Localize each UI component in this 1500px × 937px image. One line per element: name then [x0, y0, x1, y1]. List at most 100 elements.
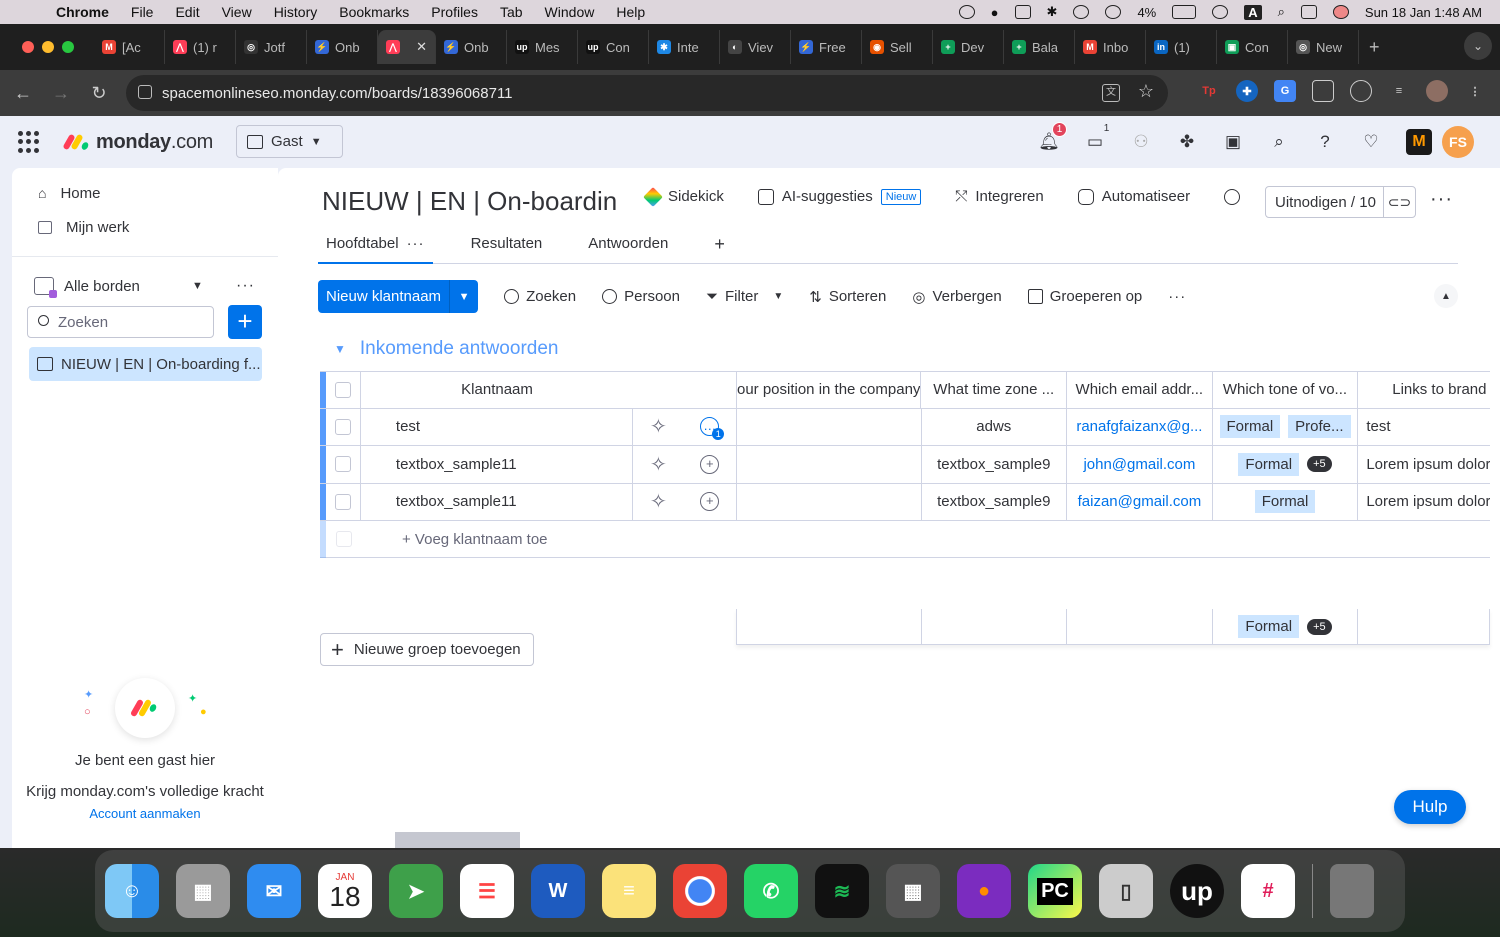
- profile-avatar-icon[interactable]: [1426, 80, 1448, 102]
- monday-logo[interactable]: monday.com: [62, 131, 213, 154]
- help-button[interactable]: Hulp: [1394, 790, 1466, 824]
- invite-members-icon[interactable]: ⚇: [1130, 131, 1152, 153]
- tab-answers[interactable]: Antwoorden: [580, 234, 676, 264]
- add-view-icon[interactable]: +: [706, 234, 733, 264]
- pycharm-icon[interactable]: PC: [1028, 864, 1082, 918]
- hide-tool[interactable]: ◎ Verbergen: [912, 288, 1001, 306]
- column-header-timezone[interactable]: What time zone ...: [921, 372, 1068, 408]
- browser-tab[interactable]: up Mes: [507, 30, 578, 64]
- spotify-icon[interactable]: ≋: [815, 864, 869, 918]
- browser-tab[interactable]: + Bala: [1004, 30, 1075, 64]
- new-tab-icon[interactable]: +: [1369, 37, 1380, 58]
- collapse-header-icon[interactable]: ▲: [1434, 284, 1458, 308]
- ai-suggestions-button[interactable]: AI-suggesties Nieuw: [757, 188, 922, 205]
- browser-tab[interactable]: ▣ Con: [1217, 30, 1288, 64]
- ai-sparkle-icon[interactable]: ✧: [650, 414, 667, 439]
- row-checkbox[interactable]: [334, 456, 351, 473]
- timezone-cell[interactable]: textbox_sample9: [922, 446, 1068, 483]
- horizontal-scrollbar[interactable]: [395, 832, 520, 848]
- performance-icon[interactable]: [1350, 80, 1372, 102]
- address-bar[interactable]: spacemonlineseo.monday.com/boards/183960…: [126, 75, 1168, 111]
- menu-profiles[interactable]: Profiles: [431, 4, 478, 20]
- menu-bookmarks[interactable]: Bookmarks: [339, 4, 409, 20]
- account-logo-icon[interactable]: M: [1406, 129, 1432, 155]
- row-checkbox[interactable]: [334, 493, 351, 510]
- iphone-mirroring-icon[interactable]: ▯: [1099, 864, 1153, 918]
- copy-link-icon[interactable]: ⊂⊃: [1384, 194, 1415, 211]
- add-item-input[interactable]: + Voeg klantnaam toe: [361, 531, 548, 548]
- apps-marketplace-icon[interactable]: ✤: [1176, 131, 1198, 153]
- board-title[interactable]: NIEUW | EN | On-boardin: [322, 186, 617, 217]
- tone-summary-more[interactable]: +5: [1307, 618, 1332, 635]
- updates-icon[interactable]: … 1: [700, 417, 725, 441]
- upwork-status-icon[interactable]: [958, 5, 975, 19]
- add-update-icon[interactable]: +: [700, 492, 720, 512]
- blue-extension-icon[interactable]: ✚: [1236, 80, 1258, 102]
- item-name-cell[interactable]: textbox_sample11: [361, 483, 634, 520]
- toolbar-more-icon[interactable]: ···: [1168, 288, 1186, 305]
- menu-file[interactable]: File: [131, 4, 154, 20]
- help-question-icon[interactable]: ?: [1314, 131, 1336, 153]
- chevron-down-icon[interactable]: ▼: [334, 342, 346, 356]
- tp-extension-icon[interactable]: Tp: [1198, 80, 1220, 102]
- info-icon[interactable]: [1073, 5, 1090, 19]
- new-item-label[interactable]: Nieuw klantnaam: [318, 280, 451, 313]
- item-name-cell[interactable]: test: [361, 408, 634, 445]
- battery-icon[interactable]: [1172, 5, 1197, 19]
- menu-tab[interactable]: Tab: [500, 4, 523, 20]
- tab-results[interactable]: Resultaten: [463, 234, 551, 264]
- browser-tab[interactable]: ⋀ ✕: [378, 30, 436, 64]
- google-translate-extension-icon[interactable]: G: [1274, 80, 1296, 102]
- app-switcher-icon[interactable]: [18, 131, 40, 153]
- browser-tab[interactable]: ⚡ Onb: [436, 30, 507, 64]
- menu-edit[interactable]: Edit: [175, 4, 199, 20]
- tone-cell[interactable]: Formal +5: [1213, 446, 1359, 483]
- row-checkbox[interactable]: [334, 418, 351, 435]
- translate-icon[interactable]: 文: [1102, 84, 1120, 102]
- summary-cell-tone[interactable]: Formal +5: [1213, 609, 1359, 644]
- menu-app-name[interactable]: Chrome: [56, 4, 109, 20]
- column-header-tone[interactable]: Which tone of vo...: [1213, 372, 1359, 408]
- ai-sparkle-icon[interactable]: ✧: [650, 452, 667, 477]
- workspace-selector[interactable]: Gast ▼: [236, 125, 343, 158]
- ai-assistant-icon[interactable]: ▣: [1222, 131, 1244, 153]
- column-header-name[interactable]: Klantnaam: [361, 372, 633, 408]
- chevron-down-icon[interactable]: ▼: [773, 291, 783, 302]
- browser-tab[interactable]: ⚡ Onb: [307, 30, 378, 64]
- browser-tab[interactable]: ◉ Sell: [862, 30, 933, 64]
- links-cell[interactable]: test: [1358, 409, 1490, 446]
- integrate-button[interactable]: ⤲ Integreren: [955, 188, 1043, 205]
- favorites-heart-icon[interactable]: ♡: [1360, 131, 1382, 153]
- email-cell[interactable]: faizan@gmail.com: [1067, 483, 1213, 520]
- calculator-icon[interactable]: ▦: [886, 864, 940, 918]
- spotlight-icon[interactable]: ⌕: [1278, 4, 1285, 20]
- table-row[interactable]: textbox_sample11 ✧ + textbox_sample9 faiz…: [320, 483, 1490, 521]
- browser-tab[interactable]: ⚡ Free: [791, 30, 862, 64]
- email-cell[interactable]: ranafgfaizanx@g...: [1067, 408, 1213, 445]
- user-avatar[interactable]: FS: [1442, 126, 1474, 158]
- tab-main-table[interactable]: Hoofdtabel ···: [318, 234, 433, 264]
- siri-icon[interactable]: [1332, 5, 1349, 19]
- mail-icon[interactable]: ✉: [247, 864, 301, 918]
- position-cell[interactable]: [737, 483, 922, 520]
- maximize-window-button[interactable]: [62, 41, 74, 53]
- add-group-button[interactable]: + Nieuwe groep toevoegen: [320, 633, 534, 666]
- tab-options-icon[interactable]: ···: [407, 235, 425, 252]
- tab-search-chevron-icon[interactable]: ⌄: [1464, 32, 1492, 60]
- links-cell[interactable]: Lorem ipsum dolor: [1358, 446, 1490, 483]
- chevron-down-icon[interactable]: ▼: [192, 280, 203, 292]
- position-cell[interactable]: [737, 446, 922, 483]
- sidebar-item-home[interactable]: ⌂ Home: [12, 176, 278, 210]
- item-name-cell[interactable]: textbox_sample11: [361, 446, 634, 483]
- whatsapp-icon[interactable]: ✆: [744, 864, 798, 918]
- more-options-icon[interactable]: ···: [236, 277, 255, 295]
- reading-list-icon[interactable]: ≡: [1388, 80, 1410, 102]
- browser-tab[interactable]: M Inbo: [1075, 30, 1146, 64]
- table-row[interactable]: textbox_sample11 ✧ + textbox_sample9 john…: [320, 446, 1490, 484]
- browser-tab[interactable]: up Con: [578, 30, 649, 64]
- calendar-icon[interactable]: JAN 18: [318, 864, 372, 918]
- upwork-icon[interactable]: up: [1170, 864, 1224, 918]
- bluetooth-icon[interactable]: ✱: [1047, 4, 1058, 20]
- slack-icon[interactable]: #: [1241, 864, 1295, 918]
- filter-tool[interactable]: ⏷ Filter ▼: [706, 288, 783, 305]
